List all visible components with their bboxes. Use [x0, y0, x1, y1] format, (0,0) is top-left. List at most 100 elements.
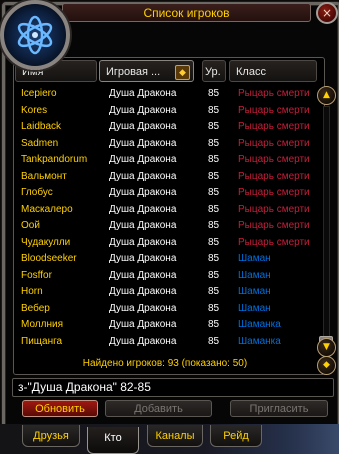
- list-item[interactable]: Kores Душа Дракона 85 Рыцарь смерти: [15, 103, 315, 120]
- list-item[interactable]: Моллния Душа Дракона 85 Шаманка: [15, 317, 315, 334]
- close-icon: ×: [321, 6, 333, 20]
- player-level: 85: [208, 170, 220, 182]
- player-class: Рыцарь смерти: [238, 121, 310, 132]
- player-level: 85: [208, 121, 220, 132]
- player-name: Глобус: [21, 187, 53, 198]
- scroll-up-button[interactable]: ▲: [317, 86, 336, 105]
- player-class: Шаманка: [238, 335, 281, 347]
- player-name: Horn: [21, 286, 43, 297]
- list-item[interactable]: Laidback Душа Дракона 85 Рыцарь смерти: [15, 119, 315, 136]
- close-button[interactable]: ×: [316, 2, 338, 24]
- player-level: 85: [208, 319, 220, 330]
- player-class: Рыцарь смерти: [238, 203, 310, 215]
- player-class: Шаман: [238, 286, 271, 297]
- player-class: Рыцарь смерти: [238, 187, 310, 198]
- scroll-to-end-button[interactable]: ◆: [317, 356, 336, 375]
- player-name: Вальмонт: [21, 170, 67, 182]
- arrow-down-icon: ▼: [323, 342, 330, 352]
- who-search-input[interactable]: з-"Душа Дракона" 82-85: [12, 378, 334, 397]
- list-item[interactable]: Sadmen Душа Дракона 85 Рыцарь смерти: [15, 136, 315, 153]
- player-name: Моллния: [21, 319, 63, 330]
- player-name: Icepiero: [21, 88, 57, 99]
- refresh-button[interactable]: Обновить: [22, 400, 98, 417]
- list-item[interactable]: Чудакулли Душа Дракона 85 Рыцарь смерти: [15, 235, 315, 252]
- list-item[interactable]: Пищанга Душа Дракона 85 Шаманка: [15, 334, 315, 351]
- scroll-end-icon: ◆: [323, 360, 330, 370]
- player-level: 85: [208, 88, 220, 99]
- player-class: Шаманка: [238, 319, 281, 330]
- player-guild: Душа Дракона: [109, 203, 177, 215]
- player-level: 85: [208, 220, 220, 231]
- player-class: Рыцарь смерти: [238, 104, 310, 116]
- social-window: Список игроков × Имя Игровая ... ◆ Ур. К…: [0, 0, 339, 454]
- player-guild: Душа Дракона: [109, 286, 177, 297]
- player-class: Рыцарь смерти: [238, 220, 310, 231]
- player-class: Рыцарь смерти: [238, 88, 310, 99]
- player-class: Рыцарь смерти: [238, 154, 310, 165]
- player-name: Tankpandorum: [21, 154, 88, 165]
- list-item[interactable]: Bloodseeker Душа Дракона 85 Шаман: [15, 251, 315, 268]
- player-guild: Душа Дракона: [109, 170, 177, 182]
- list-scrollbar[interactable]: ▲ ▼ ◆: [317, 86, 336, 375]
- list-item[interactable]: Вебер Душа Дракона 85 Шаман: [15, 301, 315, 318]
- list-item[interactable]: Глобус Душа Дракона 85 Рыцарь смерти: [15, 185, 315, 202]
- player-level: 85: [208, 253, 220, 264]
- column-header-class-label: Класс: [236, 66, 266, 78]
- player-level: 85: [208, 104, 220, 116]
- player-guild: Душа Дракона: [109, 220, 177, 231]
- list-item[interactable]: Оой Душа Дракона 85 Рыцарь смерти: [15, 218, 315, 235]
- list-item[interactable]: Horn Душа Дракона 85 Шаман: [15, 284, 315, 301]
- list-item[interactable]: Маскалеро Душа Дракона 85 Рыцарь смерти: [15, 202, 315, 219]
- list-item[interactable]: Tankpandorum Душа Дракона 85 Рыцарь смерти: [15, 152, 315, 169]
- column-header-guild-label: Игровая ...: [106, 66, 161, 78]
- dropdown-arrow-icon[interactable]: ◆: [175, 65, 190, 80]
- player-guild: Душа Дракона: [109, 335, 177, 347]
- player-name: Оой: [21, 220, 40, 231]
- player-guild: Душа Дракона: [109, 302, 177, 314]
- player-level: 85: [208, 154, 220, 165]
- player-name: Kores: [21, 104, 48, 116]
- invite-button[interactable]: Пригласить: [230, 400, 328, 417]
- list-item[interactable]: Вальмонт Душа Дракона 85 Рыцарь смерти: [15, 169, 315, 186]
- player-class: Рыцарь смерти: [238, 170, 310, 182]
- window-title: Список игроков: [143, 6, 230, 20]
- player-name: Bloodseeker: [21, 253, 77, 264]
- player-name: Чудакулли: [21, 236, 71, 248]
- blizzard-emblem-icon: [17, 15, 53, 55]
- scroll-down-button[interactable]: ▼: [317, 338, 336, 357]
- player-name: Laidback: [21, 121, 62, 132]
- player-class: Шаман: [238, 269, 271, 281]
- list-item[interactable]: Fosffor Душа Дракона 85 Шаман: [15, 268, 315, 285]
- player-guild: Душа Дракона: [109, 154, 177, 165]
- player-level: 85: [208, 335, 220, 347]
- tab-who[interactable]: Кто: [87, 427, 139, 454]
- player-level: 85: [208, 137, 220, 149]
- portrait-icon: [0, 0, 70, 70]
- list-item[interactable]: Icepiero Душа Дракона 85 Рыцарь смерти: [15, 86, 315, 103]
- player-level: 85: [208, 203, 220, 215]
- player-level: 85: [208, 269, 220, 281]
- player-guild: Душа Дракона: [109, 236, 177, 248]
- player-class: Шаман: [238, 253, 271, 264]
- add-friend-button[interactable]: Добавить: [105, 400, 212, 417]
- tab-friends[interactable]: Друзья: [22, 425, 80, 447]
- tab-channels[interactable]: Каналы: [147, 425, 203, 447]
- column-header-level[interactable]: Ур.: [202, 60, 226, 82]
- column-header-guild[interactable]: Игровая ... ◆: [99, 60, 194, 82]
- title-bar[interactable]: Список игроков: [62, 3, 311, 22]
- player-guild: Душа Дракона: [109, 121, 177, 132]
- player-level: 85: [208, 236, 220, 248]
- player-class: Шаман: [238, 302, 271, 314]
- player-name: Маскалеро: [21, 203, 73, 215]
- player-list: Icepiero Душа Дракона 85 Рыцарь смерти Kore…: [15, 86, 315, 350]
- player-name: Sadmen: [21, 137, 59, 149]
- player-name: Пищанга: [21, 335, 63, 347]
- scroll-track[interactable]: [323, 106, 330, 338]
- arrow-up-icon: ▲: [323, 90, 330, 100]
- column-header-class[interactable]: Класс: [229, 60, 317, 82]
- tab-raid[interactable]: Рейд: [210, 425, 262, 447]
- player-guild: Душа Дракона: [109, 137, 177, 149]
- player-name: Вебер: [21, 302, 50, 314]
- player-level: 85: [208, 187, 220, 198]
- player-level: 85: [208, 286, 220, 297]
